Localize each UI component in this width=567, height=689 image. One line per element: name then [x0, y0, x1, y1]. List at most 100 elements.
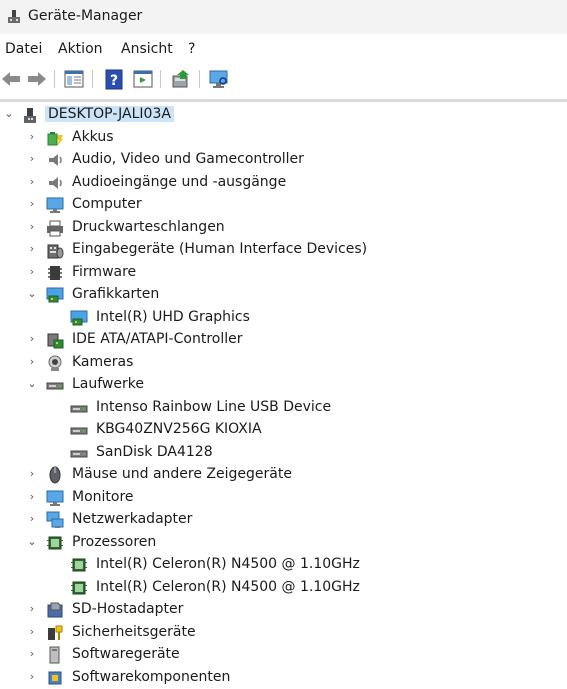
- tree-category[interactable]: ⌄ Grafikkarten: [0, 284, 567, 306]
- tree-category[interactable]: › Akkus: [0, 127, 567, 149]
- menu-ansicht[interactable]: Ansicht: [121, 41, 173, 57]
- tree-category[interactable]: › Softwaregeräte: [0, 644, 567, 666]
- tree-device-label: Intenso Rainbow Line USB Device: [96, 399, 332, 415]
- device-manager-icon: [8, 10, 20, 23]
- tree-device-label: Intel(R) Celeron(R) N4500 @ 1.10GHz: [96, 579, 360, 595]
- chevron-right-icon[interactable]: ›: [26, 647, 38, 661]
- tree-root-label: DESKTOP-JALI03A: [45, 106, 174, 122]
- monitor-icon: [46, 490, 64, 506]
- chevron-down-icon[interactable]: ⌄: [3, 107, 15, 121]
- tree-category-label: Grafikkarten: [72, 286, 160, 302]
- tree-root[interactable]: ⌄ DESKTOP-JALI03A: [0, 104, 567, 126]
- chevron-down-icon[interactable]: ⌄: [26, 287, 38, 301]
- processor-icon: [47, 536, 63, 550]
- device-tree[interactable]: ⌄ DESKTOP-JALI03A › Akkus › Audio, Video und …: [0, 102, 567, 685]
- display-adapter-icon: [70, 310, 88, 326]
- chevron-right-icon[interactable]: ›: [26, 625, 38, 639]
- tree-category-label: Laufwerke: [72, 376, 144, 392]
- tree-category-label: Audioeingänge und -ausgänge: [72, 174, 287, 190]
- tree-category[interactable]: › Eingabegeräte (Human Interface Devices): [0, 239, 567, 261]
- tree-category[interactable]: › Firmware: [0, 262, 567, 284]
- chevron-right-icon[interactable]: ›: [26, 197, 38, 211]
- display-adapter-icon: [46, 287, 64, 303]
- properties-icon[interactable]: [63, 68, 85, 90]
- menu-datei[interactable]: Datei: [5, 41, 42, 57]
- chevron-down-icon[interactable]: ⌄: [26, 377, 38, 391]
- network-adapter-icon: [46, 511, 64, 528]
- tree-device[interactable]: Intel(R) UHD Graphics: [0, 307, 567, 329]
- tree-device-label: Intel(R) UHD Graphics: [96, 309, 250, 325]
- tree-device[interactable]: Intel(R) Celeron(R) N4500 @ 1.10GHz: [0, 577, 567, 599]
- tree-category[interactable]: › Audio, Video und Gamecontroller: [0, 149, 567, 171]
- tree-category[interactable]: › SD-Hostadapter: [0, 599, 567, 621]
- menu-aktion[interactable]: Aktion: [58, 41, 103, 57]
- chevron-right-icon[interactable]: ›: [26, 332, 38, 346]
- tree-device-label: SanDisk DA4128: [96, 444, 213, 460]
- scan-hardware-icon[interactable]: [208, 68, 230, 90]
- monitor-icon: [46, 197, 64, 213]
- title-bar: Geräte-Manager: [0, 0, 567, 34]
- software-component-icon: [48, 671, 62, 685]
- svg-text:?: ?: [110, 73, 118, 89]
- computer-root-icon: [24, 108, 36, 123]
- chevron-right-icon[interactable]: ›: [26, 670, 38, 684]
- tree-device-label: Intel(R) Celeron(R) N4500 @ 1.10GHz: [96, 556, 360, 572]
- drive-icon: [70, 450, 88, 458]
- tree-category[interactable]: › Monitore: [0, 487, 567, 509]
- toolbar-separator: [92, 70, 93, 88]
- chevron-right-icon[interactable]: ›: [26, 175, 38, 189]
- tree-category-label: Monitore: [72, 489, 134, 505]
- tree-device[interactable]: Intenso Rainbow Line USB Device: [0, 397, 567, 419]
- help-icon[interactable]: ?: [104, 68, 126, 90]
- chevron-right-icon[interactable]: ›: [26, 130, 38, 144]
- mouse-icon: [49, 466, 61, 484]
- battery-icon: [47, 132, 63, 146]
- tree-category[interactable]: › Druckwarteschlangen: [0, 217, 567, 239]
- tree-category[interactable]: › Computer: [0, 194, 567, 216]
- tree-category-label: Eingabegeräte (Human Interface Devices): [72, 241, 368, 257]
- tree-device[interactable]: SanDisk DA4128: [0, 442, 567, 464]
- tree-category[interactable]: › Sicherheitsgeräte: [0, 622, 567, 644]
- tree-category-label: Computer: [72, 196, 142, 212]
- toolbar-separator: [199, 70, 200, 88]
- tree-category[interactable]: › Softwarekomponenten: [0, 667, 567, 689]
- tree-category-label: SD-Hostadapter: [72, 601, 184, 617]
- chevron-right-icon[interactable]: ›: [26, 490, 38, 504]
- tree-category-label: Sicherheitsgeräte: [72, 624, 196, 640]
- toolbar-separator: [160, 70, 161, 88]
- show-hide-icon[interactable]: [132, 68, 154, 90]
- drive-icon: [46, 382, 64, 390]
- tree-category[interactable]: › Audioeingänge und -ausgänge: [0, 172, 567, 194]
- update-driver-icon[interactable]: [170, 68, 192, 90]
- forward-icon[interactable]: [26, 68, 48, 90]
- tree-category-label: Softwarekomponenten: [72, 669, 231, 685]
- tree-category[interactable]: ⌄ Laufwerke: [0, 374, 567, 396]
- tree-device[interactable]: Intel(R) Celeron(R) N4500 @ 1.10GHz: [0, 554, 567, 576]
- sd-host-icon: [47, 602, 63, 618]
- chevron-right-icon[interactable]: ›: [26, 467, 38, 481]
- tree-category[interactable]: › IDE ATA/ATAPI-Controller: [0, 329, 567, 351]
- speaker-icon: [49, 154, 62, 166]
- chevron-right-icon[interactable]: ›: [26, 355, 38, 369]
- menu-bar: Datei Aktion Ansicht ?: [0, 38, 567, 62]
- tree-category[interactable]: › Netzwerkadapter: [0, 509, 567, 531]
- tree-category[interactable]: › Kameras: [0, 352, 567, 374]
- chevron-right-icon[interactable]: ›: [26, 265, 38, 279]
- software-device-icon: [49, 646, 60, 664]
- chevron-right-icon[interactable]: ›: [26, 242, 38, 256]
- menu-help[interactable]: ?: [188, 41, 195, 57]
- hid-icon: [47, 244, 64, 259]
- tree-category-label: Kameras: [72, 354, 134, 370]
- chevron-right-icon[interactable]: ›: [26, 220, 38, 234]
- tree-category[interactable]: ⌄ Prozessoren: [0, 532, 567, 554]
- toolbar: ?: [0, 64, 567, 94]
- chevron-right-icon[interactable]: ›: [26, 152, 38, 166]
- tree-category[interactable]: › Mäuse und andere Zeigegeräte: [0, 464, 567, 486]
- back-icon[interactable]: [0, 68, 22, 90]
- chevron-down-icon[interactable]: ⌄: [26, 535, 38, 549]
- ide-controller-icon: [47, 333, 64, 349]
- chevron-right-icon[interactable]: ›: [26, 512, 38, 526]
- camera-icon: [48, 355, 62, 371]
- tree-device[interactable]: KBG40ZNV256G KIOXIA: [0, 419, 567, 441]
- chevron-right-icon[interactable]: ›: [26, 602, 38, 616]
